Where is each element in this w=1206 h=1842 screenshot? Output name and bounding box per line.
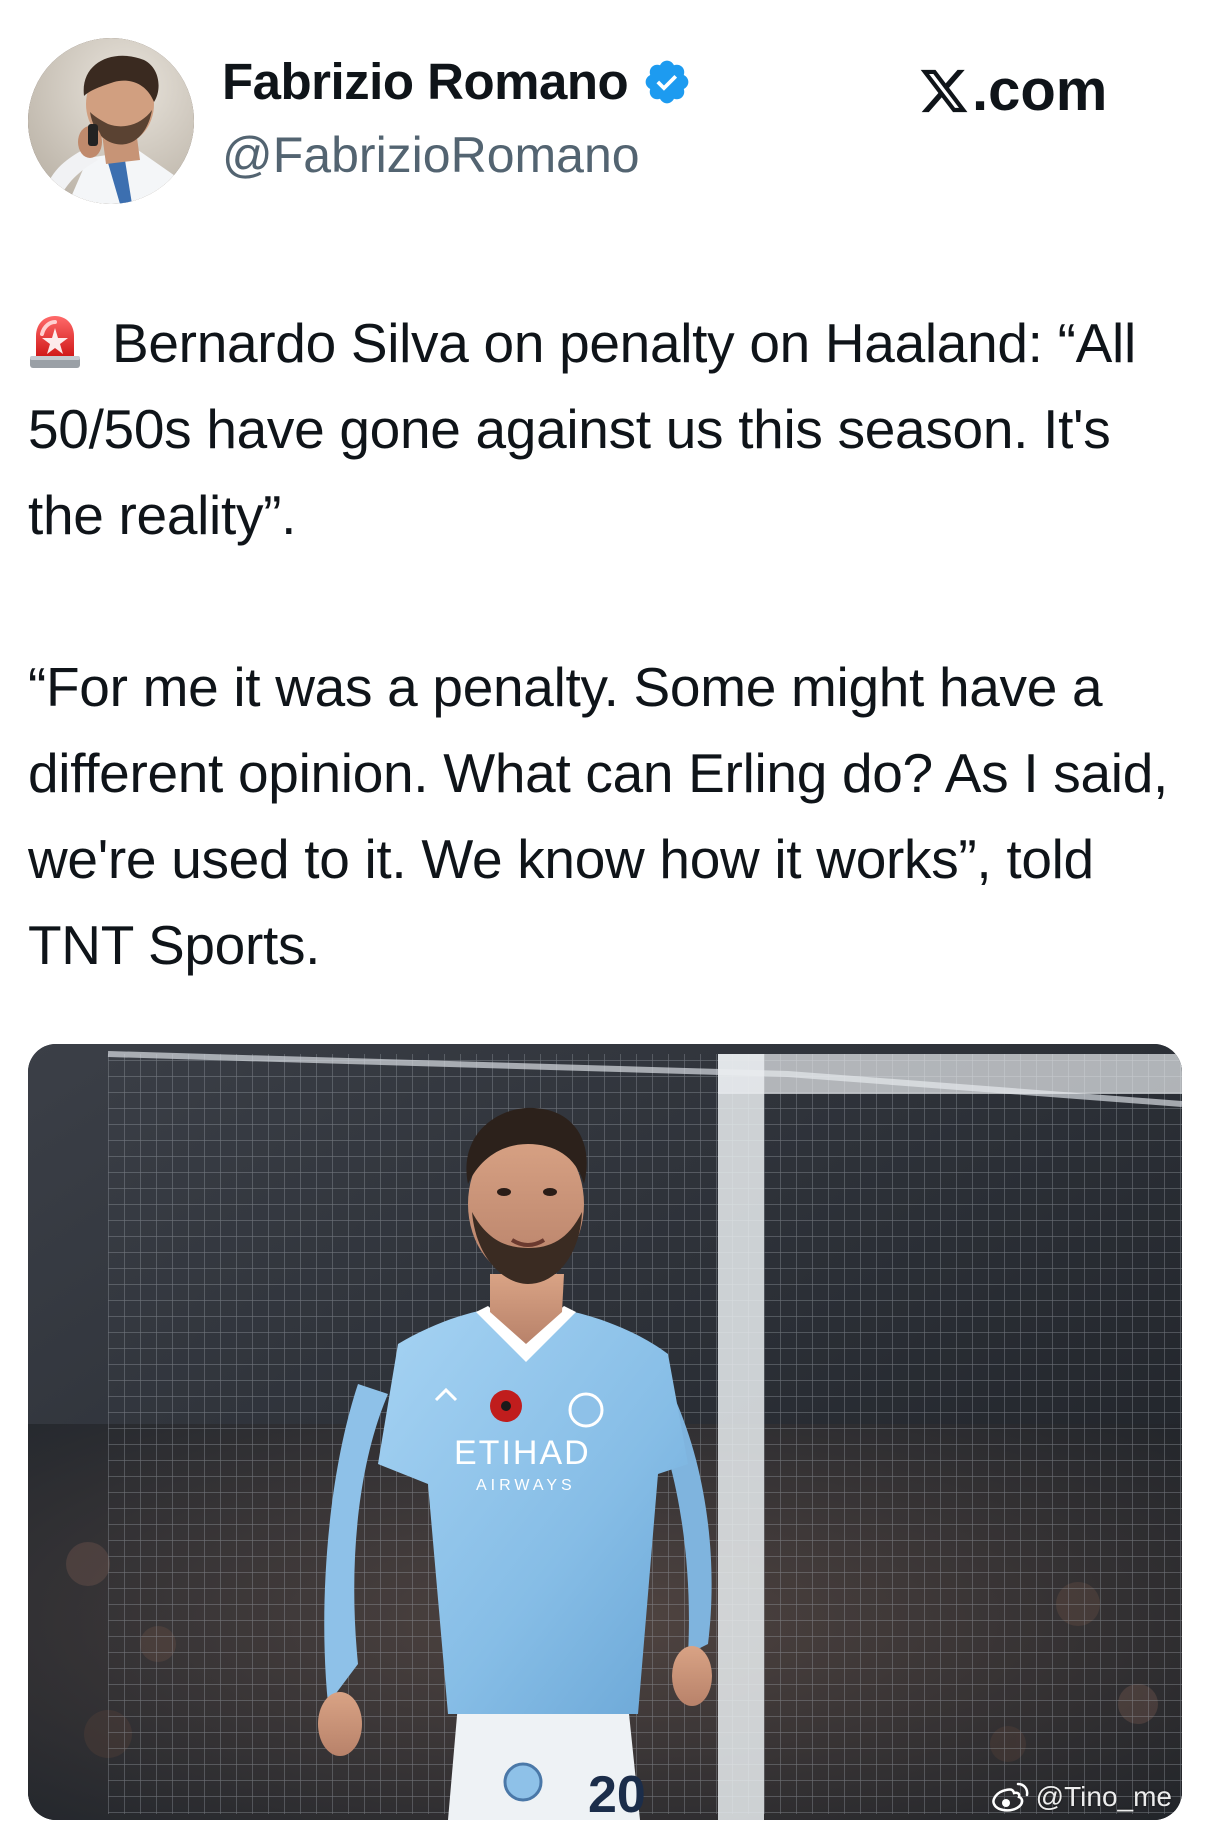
watermark-text: @Tino_me bbox=[1035, 1781, 1172, 1812]
weibo-icon bbox=[990, 1780, 1030, 1814]
avatar[interactable] bbox=[28, 38, 194, 204]
x-logo-icon bbox=[918, 65, 970, 117]
tweet-text: Bernardo Silva on penalty on Haaland: “A… bbox=[28, 300, 1178, 988]
site-label: .com bbox=[918, 62, 1107, 120]
avatar-image bbox=[28, 38, 194, 204]
tweet-media-photo[interactable]: 20 ETIHAD AIRWAYS @Tino_me bbox=[28, 1044, 1182, 1820]
tweet-header: Fabrizio Romano @FabrizioRomano .com bbox=[0, 0, 1206, 220]
shirt-sponsor-sub: AIRWAYS bbox=[476, 1477, 576, 1494]
watermark: @Tino_me bbox=[990, 1780, 1172, 1814]
tweet-paragraph-1-text: Bernardo Silva on penalty on Haaland: “A… bbox=[28, 312, 1136, 546]
siren-icon bbox=[28, 308, 82, 368]
shirt-sponsor: ETIHAD bbox=[454, 1434, 591, 1472]
tweet-paragraph: “For me it was a penalty. Some might hav… bbox=[28, 644, 1178, 988]
shorts-number: 20 bbox=[588, 1766, 646, 1820]
verified-badge-icon bbox=[642, 57, 692, 107]
user-handle[interactable]: @FabrizioRomano bbox=[222, 130, 640, 180]
tweet-paragraph: Bernardo Silva on penalty on Haaland: “A… bbox=[28, 300, 1178, 558]
photo-canvas: 20 ETIHAD AIRWAYS bbox=[28, 1044, 1182, 1820]
display-name[interactable]: Fabrizio Romano bbox=[222, 56, 629, 107]
name-row: Fabrizio Romano bbox=[222, 56, 692, 107]
site-label-text: .com bbox=[972, 58, 1108, 123]
tweet-paragraph-2-text: “For me it was a penalty. Some might hav… bbox=[28, 656, 1168, 976]
